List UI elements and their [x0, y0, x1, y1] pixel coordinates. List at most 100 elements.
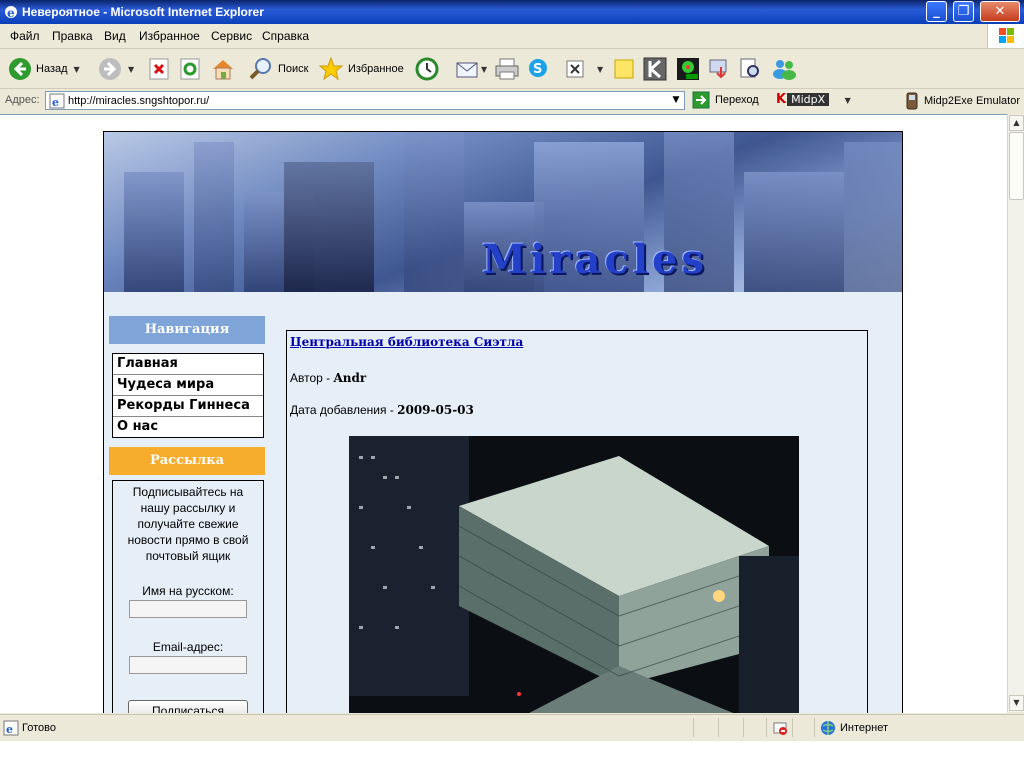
- sticky-note-icon: [614, 59, 634, 79]
- research-button[interactable]: [738, 55, 762, 83]
- phone-icon: [906, 92, 918, 110]
- maximize-button[interactable]: ❐: [953, 1, 974, 22]
- nav-menu: Главная Чудеса мира Рекорды Гиннеса О на…: [112, 353, 264, 438]
- author-prefix: Автор -: [290, 371, 334, 385]
- svg-text:e: e: [52, 96, 59, 109]
- menu-edit[interactable]: Правка: [52, 29, 93, 43]
- address-bar: Адрес: e http://miracles.sngshtopor.ru/ …: [0, 89, 1024, 113]
- nav-item-guinness[interactable]: Рекорды Гиннеса: [113, 396, 263, 417]
- address-label: Адрес:: [5, 94, 40, 106]
- address-dropdown-icon[interactable]: ▼: [668, 92, 684, 109]
- download-icon: [709, 59, 727, 79]
- midpx-button[interactable]: K MidpX ▼: [776, 92, 851, 107]
- skype-icon: S: [529, 59, 547, 77]
- mail-icon: [456, 62, 478, 78]
- print-button[interactable]: [494, 55, 520, 83]
- menu-favorites[interactable]: Избранное: [139, 29, 200, 43]
- name-label: Имя на русском:: [142, 584, 234, 598]
- edit-dropdown-icon[interactable]: ▼: [597, 65, 603, 74]
- refresh-button[interactable]: [180, 55, 200, 83]
- messenger-people-icon: [773, 60, 796, 80]
- icq-pro-button[interactable]: [676, 55, 700, 83]
- article-panel: Центральная библиотека Сиэтла Автор - An…: [286, 330, 868, 713]
- mail-button[interactable]: ▼: [455, 55, 487, 83]
- menu-file[interactable]: Файл: [10, 29, 40, 43]
- research-icon: [740, 58, 759, 78]
- home-button[interactable]: [210, 55, 236, 83]
- email-input[interactable]: [129, 656, 247, 674]
- windows-logo-icon: [987, 24, 1024, 48]
- popup-blocked-icon[interactable]: [772, 720, 788, 736]
- nav-item-about[interactable]: О нас: [113, 417, 263, 437]
- site-logo-text: Miracles: [482, 236, 708, 283]
- minimize-button[interactable]: _: [926, 1, 947, 22]
- globe-icon: [821, 721, 835, 735]
- toolbar: Назад ▼ ▼ Поиск Избранное ▼ S ▼: [0, 49, 1024, 89]
- article-photo: [349, 436, 799, 713]
- midp2exe-label: Midp2Exe Emulator: [924, 95, 1020, 107]
- svg-text:e: e: [6, 723, 13, 736]
- address-input[interactable]: e http://miracles.sngshtopor.ru/ ▼: [45, 91, 685, 110]
- refresh-icon: [180, 58, 200, 80]
- title-bar: e Невероятное - Microsoft Internet Explo…: [0, 0, 1024, 24]
- subscribe-button[interactable]: Подписаться: [128, 700, 248, 713]
- site-banner: Miracles: [104, 132, 902, 292]
- menu-help[interactable]: Справка: [262, 29, 309, 43]
- midp2exe-button[interactable]: Midp2Exe Emulator: [904, 92, 1020, 110]
- article-date-line: Дата добавления - 2009-05-03: [290, 403, 474, 417]
- forward-button[interactable]: ▼: [98, 55, 134, 83]
- subscribe-description: Подписывайтесь на нашу рассылку и получа…: [127, 485, 249, 563]
- svg-text:S: S: [533, 62, 542, 77]
- menu-tools[interactable]: Сервис: [211, 29, 252, 43]
- skype-button[interactable]: S: [527, 55, 551, 83]
- stop-button[interactable]: [149, 55, 169, 83]
- security-zone[interactable]: Интернет: [820, 720, 888, 736]
- scroll-up-icon[interactable]: ▲: [1009, 115, 1024, 131]
- favorites-button[interactable]: Избранное: [318, 55, 404, 83]
- stop-icon: [149, 58, 169, 80]
- k-icon: [643, 57, 667, 81]
- messenger-button[interactable]: [770, 55, 798, 83]
- name-input[interactable]: [129, 600, 247, 618]
- back-label: Назад: [36, 63, 68, 75]
- vertical-scrollbar[interactable]: ▲ ▼: [1007, 114, 1024, 712]
- go-button[interactable]: Переход: [692, 91, 759, 109]
- midpx-k-icon: K: [776, 92, 787, 107]
- ie-icon: e: [5, 6, 17, 20]
- back-button[interactable]: Назад ▼: [8, 55, 80, 83]
- history-button[interactable]: [414, 55, 440, 83]
- menu-view[interactable]: Вид: [104, 29, 126, 43]
- go-label: Переход: [715, 94, 759, 106]
- k-button[interactable]: [643, 55, 667, 83]
- scroll-down-icon[interactable]: ▼: [1009, 695, 1024, 711]
- subscribe-heading: Рассылка: [109, 447, 265, 475]
- forward-arrow-icon: [99, 58, 121, 80]
- home-icon: [213, 60, 233, 80]
- icq-flower-icon: [677, 58, 699, 80]
- close-button[interactable]: ✕: [980, 1, 1020, 22]
- site-container: Miracles Навигация Главная Чудеса мира Р…: [103, 131, 903, 713]
- notes-button[interactable]: [613, 55, 635, 83]
- page-status-icon: e: [3, 720, 19, 736]
- mail-dropdown-icon[interactable]: ▼: [481, 65, 487, 74]
- window-title: Невероятное - Microsoft Internet Explore…: [22, 5, 264, 19]
- menu-bar: Файл Правка Вид Избранное Сервис Справка: [0, 24, 1024, 49]
- download-button[interactable]: [707, 55, 731, 83]
- edit-page-button[interactable]: ▼: [565, 55, 603, 83]
- forward-dropdown-icon[interactable]: ▼: [128, 65, 134, 74]
- nav-item-home[interactable]: Главная: [113, 354, 263, 375]
- midpx-dropdown-icon[interactable]: ▼: [845, 96, 851, 105]
- search-button[interactable]: Поиск: [248, 55, 308, 83]
- printer-icon: [495, 58, 519, 80]
- back-dropdown-icon[interactable]: ▼: [74, 65, 80, 74]
- article-title-link[interactable]: Центральная библиотека Сиэтла: [290, 335, 523, 349]
- scroll-thumb[interactable]: [1009, 132, 1024, 200]
- nav-item-wonders[interactable]: Чудеса мира: [113, 375, 263, 396]
- favorites-label: Избранное: [348, 63, 404, 75]
- page-ie-icon: e: [49, 93, 65, 109]
- back-arrow-icon: [9, 58, 31, 80]
- search-icon: [249, 58, 271, 80]
- page-viewport: Miracles Навигация Главная Чудеса мира Р…: [0, 114, 1007, 713]
- article-author-line: Автор - Andr: [290, 371, 366, 385]
- date-prefix: Дата добавления -: [290, 403, 398, 417]
